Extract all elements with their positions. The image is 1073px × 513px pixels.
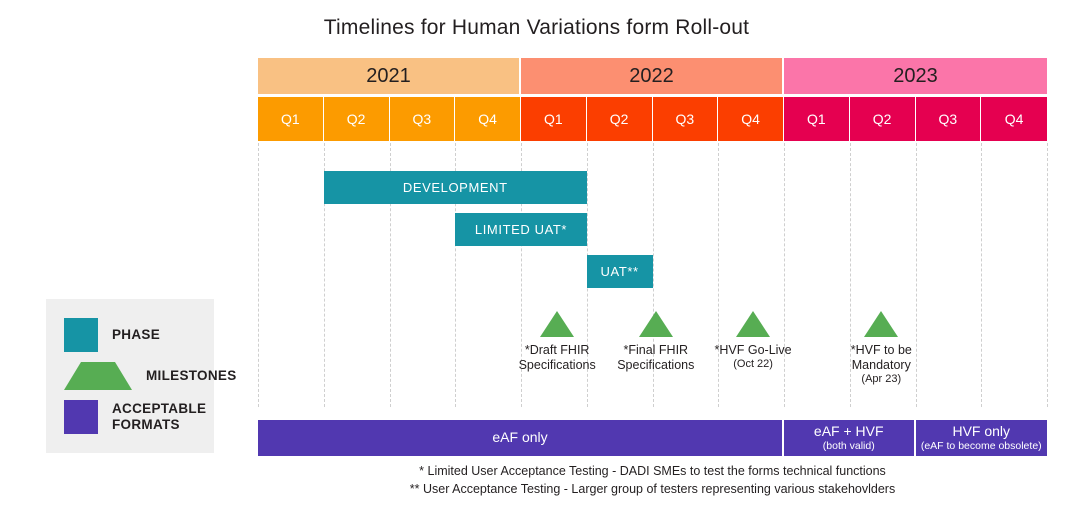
milestone-4[interactable]: *HVF to be Mandatory (Apr 23): [821, 311, 941, 385]
legend-label-line1: MILESTONES: [146, 367, 237, 383]
gridline: [981, 143, 983, 407]
milestone-triangle-icon: [736, 311, 771, 337]
quarter-cell-Q1-2022[interactable]: Q1: [521, 97, 587, 141]
format-segment-3[interactable]: HVF only (eAF to become obsolete): [915, 420, 1047, 456]
legend-label-line1: PHASE: [112, 326, 161, 342]
format-segment-2[interactable]: eAF + HVF (both valid): [784, 420, 916, 456]
quarter-cell-Q4-2021[interactable]: Q4: [455, 97, 521, 141]
year-header-2021: 2021: [258, 58, 521, 94]
milestone-label: *HVF to be: [850, 343, 912, 357]
milestone-3[interactable]: *HVF Go-Live (Oct 22): [693, 311, 813, 371]
format-segment-1[interactable]: eAF only: [258, 420, 784, 456]
gridline: [258, 143, 259, 407]
timeline-chart: 2021 2022 2023 Q1 Q2 Q3 Q4 Q1 Q2 Q3 Q4 Q1 Q2 Q3 Q4 DE…: [258, 58, 1048, 407]
format-label: HVF only: [952, 423, 1011, 440]
quarter-cell-Q3-2023[interactable]: Q3: [915, 97, 982, 141]
legend-label: MILESTONES: [146, 368, 237, 384]
milestone-triangle-icon: [540, 311, 575, 337]
timeline-plot-area: DEVELOPMENT LIMITED UAT* UAT** *Draft FHIR S…: [258, 143, 1048, 407]
phase-bar-limited-uat[interactable]: LIMITED UAT*: [455, 213, 587, 246]
page-title: Timelines for Human Variations form Roll…: [323, 16, 750, 39]
milestone-label: *HVF Go-Live: [714, 343, 792, 357]
year-header-2022: 2022: [521, 58, 784, 94]
format-label: eAF + HVF: [813, 423, 884, 440]
legend-square-icon: [64, 318, 98, 352]
legend-triangle-icon: [64, 362, 132, 390]
legend-item-acceptable[interactable]: ACCEPTABLE FORMATS: [64, 400, 214, 434]
footnote-2: ** User Acceptance Testing - Larger grou…: [409, 482, 896, 497]
quarter-cell-Q3-2021[interactable]: Q3: [389, 97, 456, 141]
legend-panel: PHASE MILESTONES ACCEPTABLE FORMATS: [46, 299, 236, 453]
legend-item-phase[interactable]: PHASE: [64, 318, 214, 352]
legend-square-icon: [64, 400, 98, 434]
milestone-date: (Oct 22): [733, 357, 773, 370]
legend-label-line2: FORMATS: [112, 417, 180, 432]
quarter-cell-Q1-2023[interactable]: Q1: [784, 97, 850, 141]
quarter-cell-Q1-2021[interactable]: Q1: [258, 97, 324, 141]
milestone-triangle-icon: [864, 311, 899, 337]
legend-label: PHASE: [112, 327, 160, 343]
phase-bar-uat[interactable]: UAT**: [586, 255, 653, 288]
milestone-date: (Apr 23): [861, 372, 902, 385]
quarter-cell-Q3-2022[interactable]: Q3: [652, 97, 719, 141]
format-label: eAF only: [492, 429, 548, 446]
quarter-cell-Q2-2023[interactable]: Q2: [849, 97, 916, 141]
year-header-2023: 2023: [784, 58, 1047, 94]
format-sublabel: (eAF to become obsolete): [920, 439, 1042, 452]
quarter-cell-Q2-2022[interactable]: Q2: [586, 97, 653, 141]
milestone-triangle-icon: [638, 311, 673, 337]
year-header-row: 2021 2022 2023: [258, 58, 1047, 94]
footnotes: * Limited User Acceptance Testing - DADI…: [258, 462, 1047, 498]
legend-item-milestones[interactable]: MILESTONES: [64, 362, 236, 390]
legend-label: ACCEPTABLE FORMATS: [112, 401, 206, 433]
legend-label-line1: ACCEPTABLE: [112, 400, 207, 416]
gridline: [1047, 143, 1048, 407]
quarter-cell-Q4-2023[interactable]: Q4: [981, 97, 1047, 141]
milestone-label-line2: Mandatory: [851, 357, 911, 372]
acceptable-formats-bar: eAF only eAF + HVF (both valid) HVF only (eA…: [258, 420, 1047, 456]
quarter-header-row: Q1 Q2 Q3 Q4 Q1 Q2 Q3 Q4 Q1 Q2 Q3 Q4: [258, 97, 1047, 141]
quarter-cell-Q4-2022[interactable]: Q4: [718, 97, 784, 141]
phase-bar-development[interactable]: DEVELOPMENT: [323, 171, 587, 204]
format-sublabel: (both valid): [822, 439, 875, 452]
footnote-1: * Limited User Acceptance Testing - DADI…: [419, 464, 886, 478]
quarter-cell-Q2-2021[interactable]: Q2: [323, 97, 390, 141]
